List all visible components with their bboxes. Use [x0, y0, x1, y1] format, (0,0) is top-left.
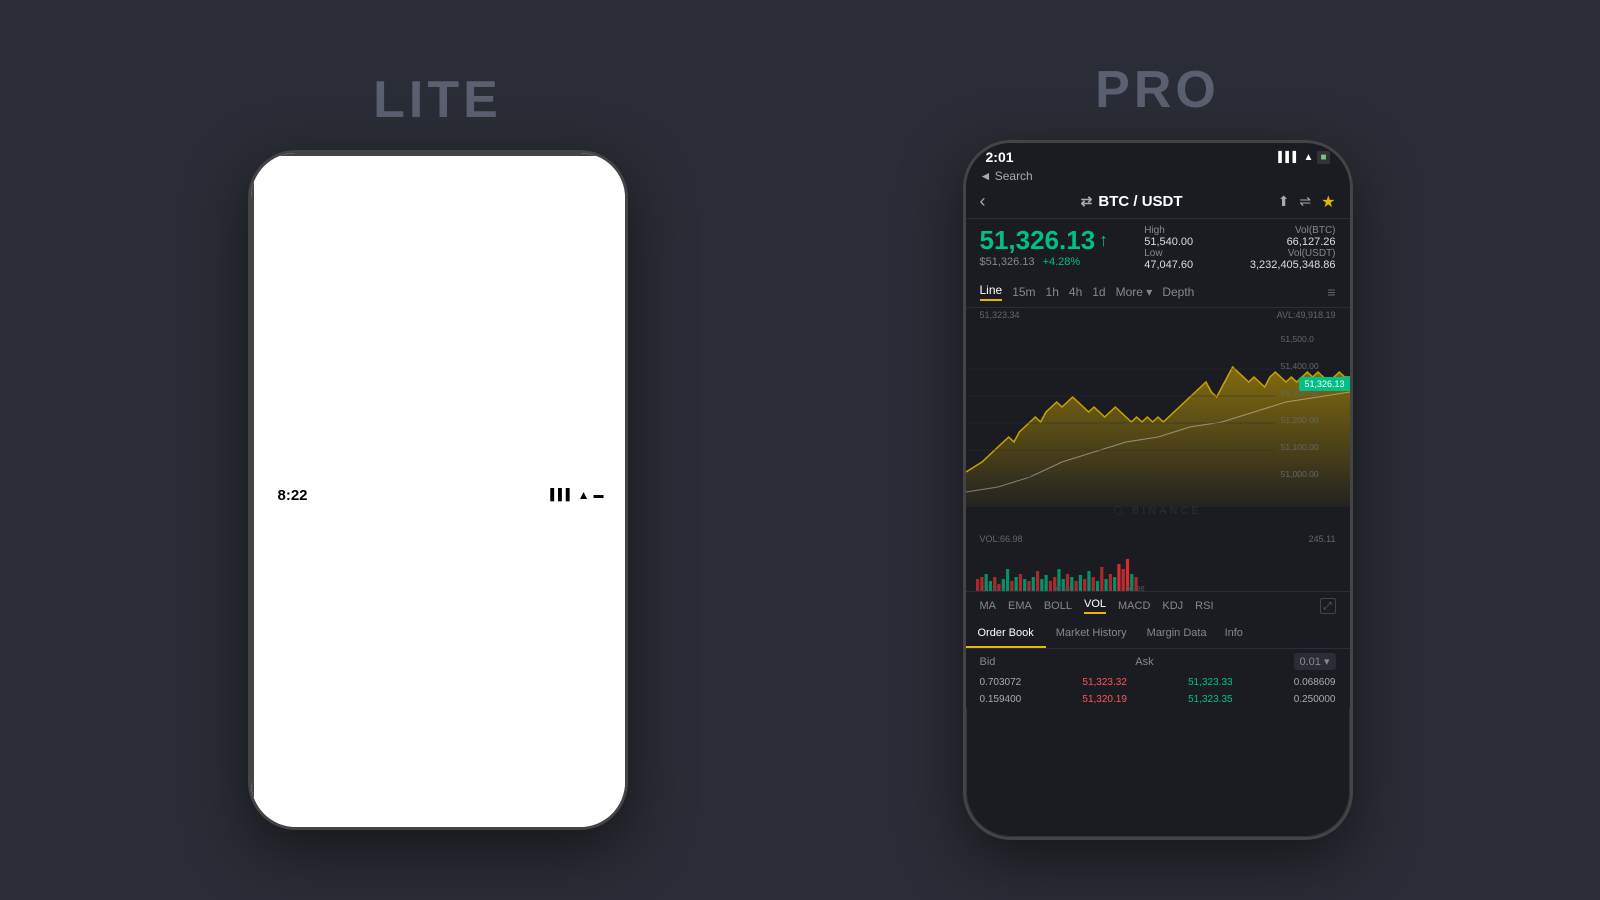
pro-status-icons: ▌▌▌ ▲ ■: [1278, 151, 1329, 164]
order-book-rows: 0.703072 51,323.32 51,323.33 0.068609 0.…: [966, 674, 1350, 708]
chart-tab-1d[interactable]: 1d: [1092, 285, 1105, 299]
svg-text:01:36: 01:36: [1125, 584, 1144, 591]
signal-icon: ▌▌▌: [550, 489, 573, 501]
pro-phone: 2:01 ▌▌▌ ▲ ■ ◄ Search ‹ ⇄ BTC / USDT: [963, 140, 1353, 840]
wifi-icon: ▲: [578, 488, 590, 502]
pro-navbar: ‹ ⇄ BTC / USDT ⬆ ⇌ ★: [966, 185, 1350, 219]
pro-vol-bars: 01:12 01:24 01:36: [966, 546, 1350, 591]
precision-select[interactable]: 0.01 ▾: [1294, 653, 1336, 670]
pro-price-row: 51,326.13 ↑ $51,326.13 +4.28% High 51,54…: [966, 219, 1350, 277]
vol-labels: VOL:66.98 245.11: [966, 532, 1350, 546]
pro-battery-icon: ■: [1317, 151, 1329, 164]
pro-price-tag: 51,326.13: [1299, 377, 1349, 391]
order-row-2: 0.159400 51,320.19 51,323.35 0.250000: [966, 691, 1350, 708]
price-up-arrow: ↑: [1099, 230, 1108, 251]
ind-tab-macd[interactable]: MACD: [1118, 600, 1150, 612]
lite-phone: 8:22 ▌▌▌ ▲ ▬ ‹ Bitcoin ☆ $49,645.01 i: [248, 150, 628, 830]
svg-text:01:12: 01:12: [981, 584, 1000, 591]
svg-text:51,500.0: 51,500.0: [1280, 335, 1314, 344]
pro-back-btn[interactable]: ‹: [980, 191, 986, 212]
pro-favorite-icon[interactable]: ★: [1321, 192, 1335, 212]
order-tab-book[interactable]: Order Book: [966, 620, 1046, 648]
svg-text:51,400.00: 51,400.00: [1280, 362, 1318, 371]
pro-indicator-tabs: MA EMA BOLL VOL MACD KDJ RSI ⤢: [966, 591, 1350, 620]
ind-tab-rsi[interactable]: RSI: [1195, 600, 1213, 612]
order-tab-history[interactable]: Market History: [1046, 620, 1137, 648]
pro-signal-icon: ▌▌▌: [1278, 152, 1299, 163]
pro-order-tabs: Order Book Market History Margin Data In…: [966, 620, 1350, 649]
pro-status-bar: 2:01 ▌▌▌ ▲ ■: [966, 143, 1350, 167]
ind-tab-vol[interactable]: VOL: [1084, 598, 1106, 614]
lite-column: LITE 8:22 ▌▌▌ ▲ ▬ ‹ Bitcoin ☆: [248, 70, 628, 830]
chart-tab-4h[interactable]: 4h: [1069, 285, 1082, 299]
svg-text:51,200.00: 51,200.00: [1280, 416, 1318, 425]
pro-chart-svg: 51,500.0 51,400.00 51,300.00 51,200.00 5…: [966, 322, 1350, 507]
battery-icon: ▬: [594, 490, 604, 501]
ind-tab-boll[interactable]: BOLL: [1044, 600, 1072, 612]
lite-status-time: 8:22: [278, 487, 308, 504]
chart-settings-icon[interactable]: ≡: [1327, 284, 1335, 300]
pro-pair: ⇄ BTC / USDT: [1081, 193, 1183, 210]
pro-price-details: High 51,540.00 Low 47,047.60 Vol(BTC) 66…: [1144, 225, 1335, 271]
order-book-header: Bid Ask 0.01 ▾: [966, 649, 1350, 674]
chart-tab-more[interactable]: More ▾: [1116, 285, 1153, 299]
order-tab-margin[interactable]: Margin Data: [1137, 620, 1217, 648]
pro-main-price: 51,326.13: [980, 225, 1096, 256]
pro-status-time: 2:01: [986, 149, 1014, 165]
pro-chart-tabs: Line 15m 1h 4h 1d More ▾ Depth ≡: [966, 277, 1350, 308]
ind-tab-ma[interactable]: MA: [980, 600, 997, 612]
pro-chart-area: 51,500.0 51,400.00 51,300.00 51,200.00 5…: [966, 322, 1350, 532]
chart-tab-depth[interactable]: Depth: [1162, 285, 1194, 299]
svg-text:51,100.00: 51,100.00: [1280, 443, 1318, 452]
lite-label: LITE: [373, 70, 502, 130]
pro-label: PRO: [1095, 60, 1220, 120]
lite-status-icons: ▌▌▌ ▲ ▬: [550, 488, 603, 502]
pro-nav-icons: ⬆ ⇌ ★: [1278, 192, 1336, 212]
share-icon[interactable]: ⬆: [1278, 193, 1290, 210]
pro-price-section: 51,326.13 ↑ $51,326.13 +4.28%: [980, 225, 1109, 268]
pro-watermark: ⬡ BINANCE: [1113, 504, 1202, 517]
pro-price-usd: $51,326.13: [980, 256, 1035, 268]
pro-price-change: +4.28%: [1043, 256, 1081, 268]
chart-top-labels: 51,323.34 AVL:49,918.19: [966, 308, 1350, 322]
ind-tab-ema[interactable]: EMA: [1008, 600, 1032, 612]
main-container: LITE 8:22 ▌▌▌ ▲ ▬ ‹ Bitcoin ☆: [0, 0, 1600, 900]
chart-tab-line[interactable]: Line: [980, 283, 1003, 301]
order-row-1: 0.703072 51,323.32 51,323.33 0.068609: [966, 674, 1350, 691]
pro-back-search[interactable]: ◄ Search: [966, 167, 1350, 185]
pro-column: PRO 2:01 ▌▌▌ ▲ ■ ◄ Search ‹ ⇄: [963, 60, 1353, 840]
svg-text:51,000.00: 51,000.00: [1280, 470, 1318, 479]
order-tab-info[interactable]: Info: [1217, 620, 1251, 648]
ind-tab-kdj[interactable]: KDJ: [1162, 600, 1183, 612]
chart-tab-15m[interactable]: 15m: [1012, 285, 1035, 299]
expand-icon[interactable]: ⤢: [1320, 598, 1336, 614]
chart-tab-1h[interactable]: 1h: [1046, 285, 1059, 299]
pro-wifi-icon: ▲: [1304, 152, 1314, 163]
swap-icon[interactable]: ⇌: [1299, 193, 1311, 210]
svg-text:01:24: 01:24: [1053, 584, 1072, 591]
